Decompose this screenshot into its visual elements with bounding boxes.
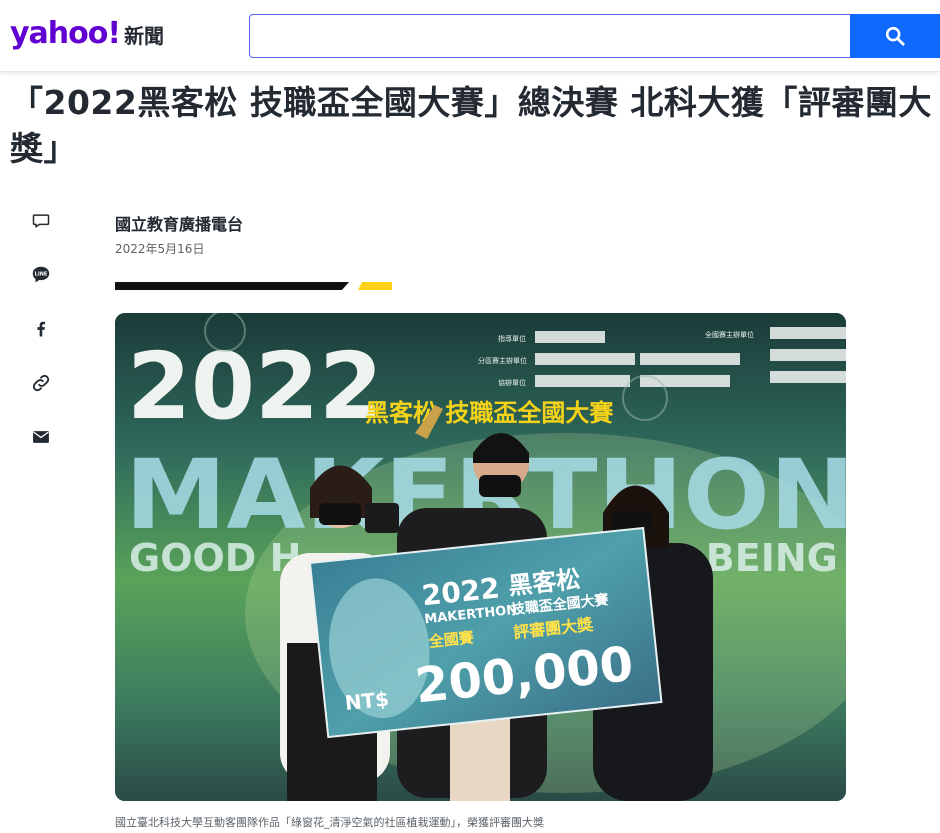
divider-black [115, 282, 349, 290]
link-icon [32, 374, 50, 392]
mail-icon [33, 431, 49, 443]
sponsor-label: 全國賽主辦單位 [705, 330, 754, 339]
share-facebook-button[interactable] [28, 316, 54, 342]
search-icon [885, 26, 905, 46]
backdrop-sub-left: GOOD H [129, 536, 301, 580]
backdrop-event: 黑客松 技職盃全國大賽 [365, 399, 614, 427]
share-rail: LINE [28, 208, 54, 478]
share-line-button[interactable]: LINE [28, 262, 54, 288]
divider-yellow [358, 282, 392, 290]
photo-caption: 國立臺北科技大學互動客團隊作品「綠窗花_清淨空氣的社區植栽運動」，榮獲評審團大獎 [115, 816, 544, 829]
board-currency: NT$ [344, 687, 391, 715]
logo-section: 新聞 [124, 24, 165, 48]
site-header: yahoo! 新聞 [0, 0, 940, 72]
search-button[interactable] [850, 14, 940, 58]
sponsor-label: 指導單位 [498, 334, 526, 343]
backdrop-year: 2022 [127, 333, 383, 440]
logo-brand: yahoo! [10, 16, 121, 51]
line-icon: LINE [32, 266, 50, 283]
yahoo-news-logo[interactable]: yahoo! 新聞 [10, 16, 164, 52]
sponsor-label: 協辦單位 [498, 378, 526, 387]
comment-button[interactable] [28, 208, 54, 234]
article-date: 2022年5月16日 [115, 242, 205, 256]
prize-board: 2022 黑客松 MAKERTHON 技職盃全國大賽 全國賽 評審團大獎 NT$… [308, 526, 663, 739]
sponsor-label: 分區賽主辦單位 [478, 356, 527, 365]
article-author[interactable]: 國立教育廣播電台 [115, 211, 243, 235]
comment-icon [32, 214, 50, 228]
copy-link-button[interactable] [28, 370, 54, 396]
article-photo[interactable]: 2022 黑客松 技職盃全國大賽 MAKERTHON GOOD H -BEING… [115, 313, 846, 801]
facebook-icon [37, 321, 45, 337]
article-title: 「2022黑客松 技職盃全國大賽」總決賽 北科大獲「評審團大獎」 [10, 83, 932, 168]
svg-text:LINE: LINE [35, 271, 48, 277]
share-mail-button[interactable] [28, 424, 54, 450]
search-input[interactable] [249, 14, 851, 58]
